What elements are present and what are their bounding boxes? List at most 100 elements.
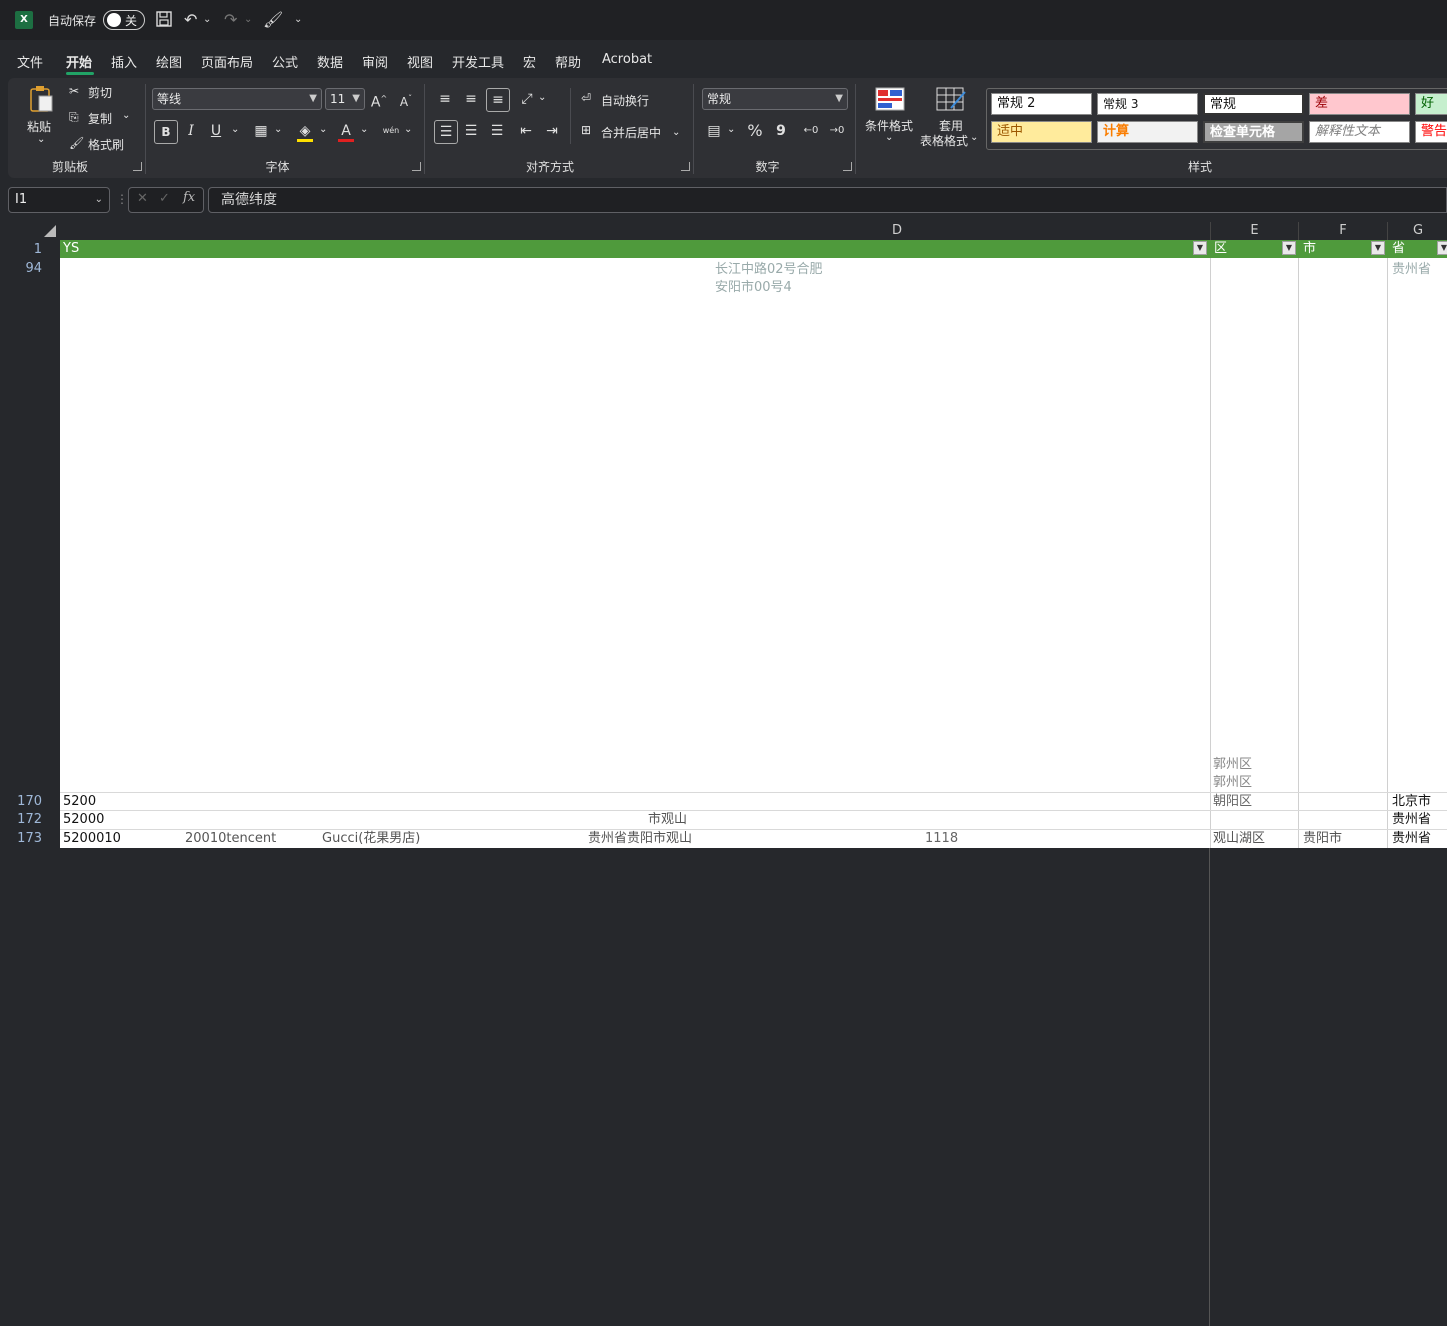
menu-formulas[interactable]: 公式 xyxy=(272,52,298,71)
increase-indent-icon[interactable]: ⇥ xyxy=(541,120,563,142)
align-right-icon[interactable]: ☰ xyxy=(486,120,508,142)
cell-f1[interactable]: 市 xyxy=(1303,240,1363,258)
style-good[interactable]: 好 xyxy=(1415,93,1447,115)
accounting-dropdown-icon[interactable]: ⌄ xyxy=(727,124,735,135)
number-format-select[interactable]: 常规 ▼ xyxy=(702,88,848,110)
more-options-icon[interactable]: ⋮ xyxy=(116,192,128,206)
bold-button[interactable]: B xyxy=(154,120,178,144)
column-header-g[interactable]: G xyxy=(1388,222,1447,240)
italic-button[interactable]: I xyxy=(180,120,202,142)
copy-dropdown-icon[interactable]: ⌄ xyxy=(122,110,130,121)
filter-dropdown-icon[interactable]: ▼ xyxy=(1193,241,1207,255)
underline-button[interactable]: U xyxy=(205,120,227,142)
align-middle-icon[interactable]: ≡ xyxy=(460,88,482,110)
cell-a170[interactable]: 5200 xyxy=(63,793,123,811)
brush-icon[interactable]: 🖌 xyxy=(263,10,283,30)
style-check-cell[interactable]: 检查单元格 xyxy=(1203,121,1304,143)
wrap-text-icon[interactable]: ⏎ xyxy=(581,91,591,105)
increase-decimal-icon[interactable]: ←0 xyxy=(800,120,822,142)
cell-g173[interactable]: 贵州省 xyxy=(1392,830,1447,848)
grow-font-icon[interactable]: A^ xyxy=(368,88,390,111)
font-color-icon[interactable]: A xyxy=(335,120,357,142)
decrease-indent-icon[interactable]: ⇤ xyxy=(515,120,537,142)
number-launcher-icon[interactable] xyxy=(843,162,852,171)
style-normal[interactable]: 常规 xyxy=(1203,93,1304,115)
cell-a173[interactable]: 5200010 xyxy=(63,830,173,848)
phonetic-guide-icon[interactable]: wén xyxy=(380,120,402,142)
phonetic-dropdown-icon[interactable]: ⌄ xyxy=(404,124,412,135)
cell-g170[interactable]: 北京市 xyxy=(1392,793,1447,811)
copy-icon[interactable]: ⎘ xyxy=(69,110,79,125)
cell-e1[interactable]: 区 xyxy=(1214,240,1274,258)
cell-g172[interactable]: 贵州省 xyxy=(1392,811,1447,829)
insert-function-icon[interactable]: fx xyxy=(183,190,195,205)
font-launcher-icon[interactable] xyxy=(412,162,421,171)
undo-dropdown-icon[interactable]: ⌄ xyxy=(203,10,211,30)
menu-page-layout[interactable]: 页面布局 xyxy=(201,52,253,71)
row-header-170[interactable]: 170 xyxy=(0,793,58,811)
cell-e170[interactable]: 朝阳区 xyxy=(1213,793,1293,811)
underline-dropdown-icon[interactable]: ⌄ xyxy=(231,124,239,135)
decrease-decimal-icon[interactable]: →0 xyxy=(826,120,848,142)
merge-dropdown-icon[interactable]: ⌄ xyxy=(672,127,680,138)
save-icon[interactable] xyxy=(155,10,173,30)
paste-dropdown-icon[interactable]: ⌄ xyxy=(37,134,45,145)
cell-d173b[interactable]: 1118 xyxy=(925,830,975,848)
cell-a1[interactable]: YS xyxy=(63,240,143,258)
cell-b173[interactable]: 20010tencent xyxy=(185,830,315,848)
comma-style-icon[interactable]: 9 xyxy=(770,120,792,142)
orientation-dropdown-icon[interactable]: ⌄ xyxy=(538,92,546,103)
font-name-select[interactable]: 等线 ▼ xyxy=(152,88,322,110)
menu-file[interactable]: 文件 xyxy=(17,52,43,71)
cancel-icon[interactable]: ✕ xyxy=(137,191,148,206)
align-bottom-icon[interactable]: ≡ xyxy=(486,88,510,112)
copy-label[interactable]: 复制 xyxy=(88,110,112,127)
redo-dropdown-icon[interactable]: ⌄ xyxy=(244,10,252,30)
menu-developer[interactable]: 开发工具 xyxy=(452,52,504,71)
cell-e173[interactable]: 观山湖区 xyxy=(1213,830,1293,848)
paste-label[interactable]: 粘贴 xyxy=(27,118,51,135)
font-size-select[interactable]: 11 ▼ xyxy=(325,88,365,110)
row-header-94[interactable]: 94 xyxy=(0,260,58,278)
cell-g1[interactable]: 省 xyxy=(1392,240,1432,258)
customize-toolbar-icon[interactable]: ⌄ xyxy=(294,10,302,30)
row-header-172[interactable]: 172 xyxy=(0,811,58,829)
merge-center-label[interactable]: 合并后居中 xyxy=(601,124,661,141)
style-warning[interactable]: 警告 xyxy=(1415,121,1447,143)
cell-e-b[interactable]: 郭州区 xyxy=(1213,774,1293,792)
filter-dropdown-icon[interactable]: ▼ xyxy=(1282,241,1296,255)
clipboard-launcher-icon[interactable] xyxy=(133,162,142,171)
menu-view[interactable]: 视图 xyxy=(407,52,433,71)
enter-icon[interactable]: ✓ xyxy=(159,191,170,206)
cut-label[interactable]: 剪切 xyxy=(88,84,112,101)
fill-color-icon[interactable]: ◈ xyxy=(294,120,316,142)
row-header-1[interactable]: 1 xyxy=(0,241,58,259)
undo-icon[interactable]: ↶ xyxy=(184,10,197,30)
column-header-d[interactable]: D xyxy=(840,222,954,240)
menu-help[interactable]: 帮助 xyxy=(555,52,581,71)
cell-d173[interactable]: 贵州省贵阳市观山 xyxy=(588,830,718,848)
filter-dropdown-icon[interactable]: ▼ xyxy=(1437,241,1447,255)
column-header-e[interactable]: E xyxy=(1211,222,1298,240)
merge-center-icon[interactable]: ⊞ xyxy=(581,123,591,137)
cell-a172[interactable]: 52000 xyxy=(63,811,123,829)
style-bad[interactable]: 差 xyxy=(1309,93,1410,115)
menu-data[interactable]: 数据 xyxy=(317,52,343,71)
redo-icon[interactable]: ↷ xyxy=(224,10,237,30)
shrink-font-icon[interactable]: Aˇ xyxy=(395,88,417,110)
font-color-dropdown-icon[interactable]: ⌄ xyxy=(360,124,368,135)
conditional-dropdown-icon[interactable]: ⌄ xyxy=(885,132,893,143)
autosave-toggle[interactable]: 关 xyxy=(103,10,145,30)
align-top-icon[interactable]: ≡ xyxy=(434,88,456,110)
paste-icon[interactable] xyxy=(26,84,56,114)
cell-g94[interactable]: 贵州省 xyxy=(1392,261,1442,279)
filter-dropdown-icon[interactable]: ▼ xyxy=(1371,241,1385,255)
cell-d172[interactable]: 市观山 xyxy=(648,811,708,829)
conditional-formatting-icon[interactable] xyxy=(874,86,906,112)
format-as-table-dropdown-icon[interactable]: ⌄ xyxy=(970,132,978,143)
format-as-table-label-2[interactable]: 表格格式 xyxy=(920,132,968,149)
style-calculation[interactable]: 计算 xyxy=(1097,121,1198,143)
cut-icon[interactable]: ✂ xyxy=(69,84,79,98)
accounting-format-icon[interactable]: ▤ xyxy=(703,120,725,142)
format-painter-icon[interactable]: 🖌 xyxy=(69,136,84,150)
